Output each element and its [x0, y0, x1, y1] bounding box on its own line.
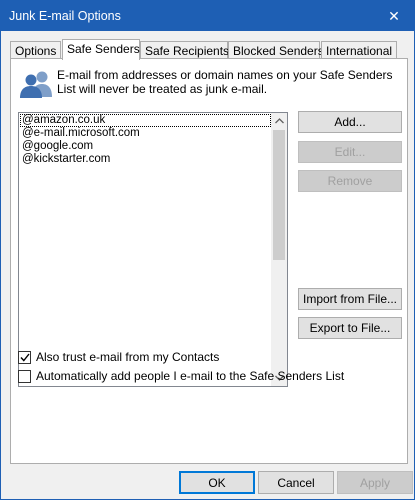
trust-contacts-option[interactable]: Also trust e-mail from my Contacts: [18, 350, 219, 364]
junk-email-options-dialog: Junk E-mail Options ✕ Options Safe Sende…: [0, 0, 415, 500]
list-item[interactable]: @amazon.co.uk: [20, 114, 271, 127]
trust-contacts-label: Also trust e-mail from my Contacts: [36, 350, 220, 364]
auto-add-label: Automatically add people I e-mail to the…: [36, 369, 345, 383]
safe-senders-description: E-mail from addresses or domain names on…: [57, 68, 393, 96]
remove-button[interactable]: Remove: [298, 170, 402, 192]
ok-button[interactable]: OK: [179, 471, 255, 494]
apply-button[interactable]: Apply: [337, 471, 413, 494]
close-button[interactable]: ✕: [374, 1, 414, 31]
import-from-file-button[interactable]: Import from File...: [298, 288, 402, 310]
list-item[interactable]: @kickstarter.com: [20, 153, 271, 166]
title-bar[interactable]: Junk E-mail Options ✕: [1, 1, 414, 31]
checkmark-icon: [19, 353, 30, 362]
trust-contacts-checkbox[interactable]: [18, 350, 31, 364]
safe-senders-list[interactable]: @amazon.co.uk @e-mail.microsoft.com @goo…: [18, 112, 288, 387]
window-title: Junk E-mail Options: [9, 9, 121, 23]
scroll-up-button[interactable]: [271, 113, 287, 129]
tab-safe-senders[interactable]: Safe Senders: [62, 39, 140, 60]
close-icon: ✕: [388, 7, 400, 24]
tab-international[interactable]: International: [321, 41, 397, 59]
auto-add-checkbox[interactable]: [18, 369, 31, 383]
tab-safe-recipients[interactable]: Safe Recipients: [140, 41, 229, 59]
export-to-file-button[interactable]: Export to File...: [298, 317, 402, 339]
edit-button[interactable]: Edit...: [298, 141, 402, 163]
tab-blocked-senders[interactable]: Blocked Senders: [228, 41, 324, 59]
safe-senders-panel: E-mail from addresses or domain names on…: [10, 58, 408, 464]
list-item[interactable]: @e-mail.microsoft.com: [20, 127, 271, 140]
people-icon: [20, 71, 52, 98]
safe-senders-items: @amazon.co.uk @e-mail.microsoft.com @goo…: [20, 114, 271, 166]
add-button[interactable]: Add...: [298, 111, 402, 133]
chevron-up-icon: [274, 118, 284, 124]
list-item[interactable]: @google.com: [20, 140, 271, 153]
cancel-button[interactable]: Cancel: [258, 471, 334, 494]
tab-options[interactable]: Options: [10, 41, 61, 59]
scroll-thumb[interactable]: [273, 130, 285, 260]
vertical-scrollbar[interactable]: [271, 113, 287, 386]
tab-strip: Options Safe Senders Safe Recipients Blo…: [10, 39, 408, 60]
auto-add-option[interactable]: Automatically add people I e-mail to the…: [18, 369, 344, 383]
